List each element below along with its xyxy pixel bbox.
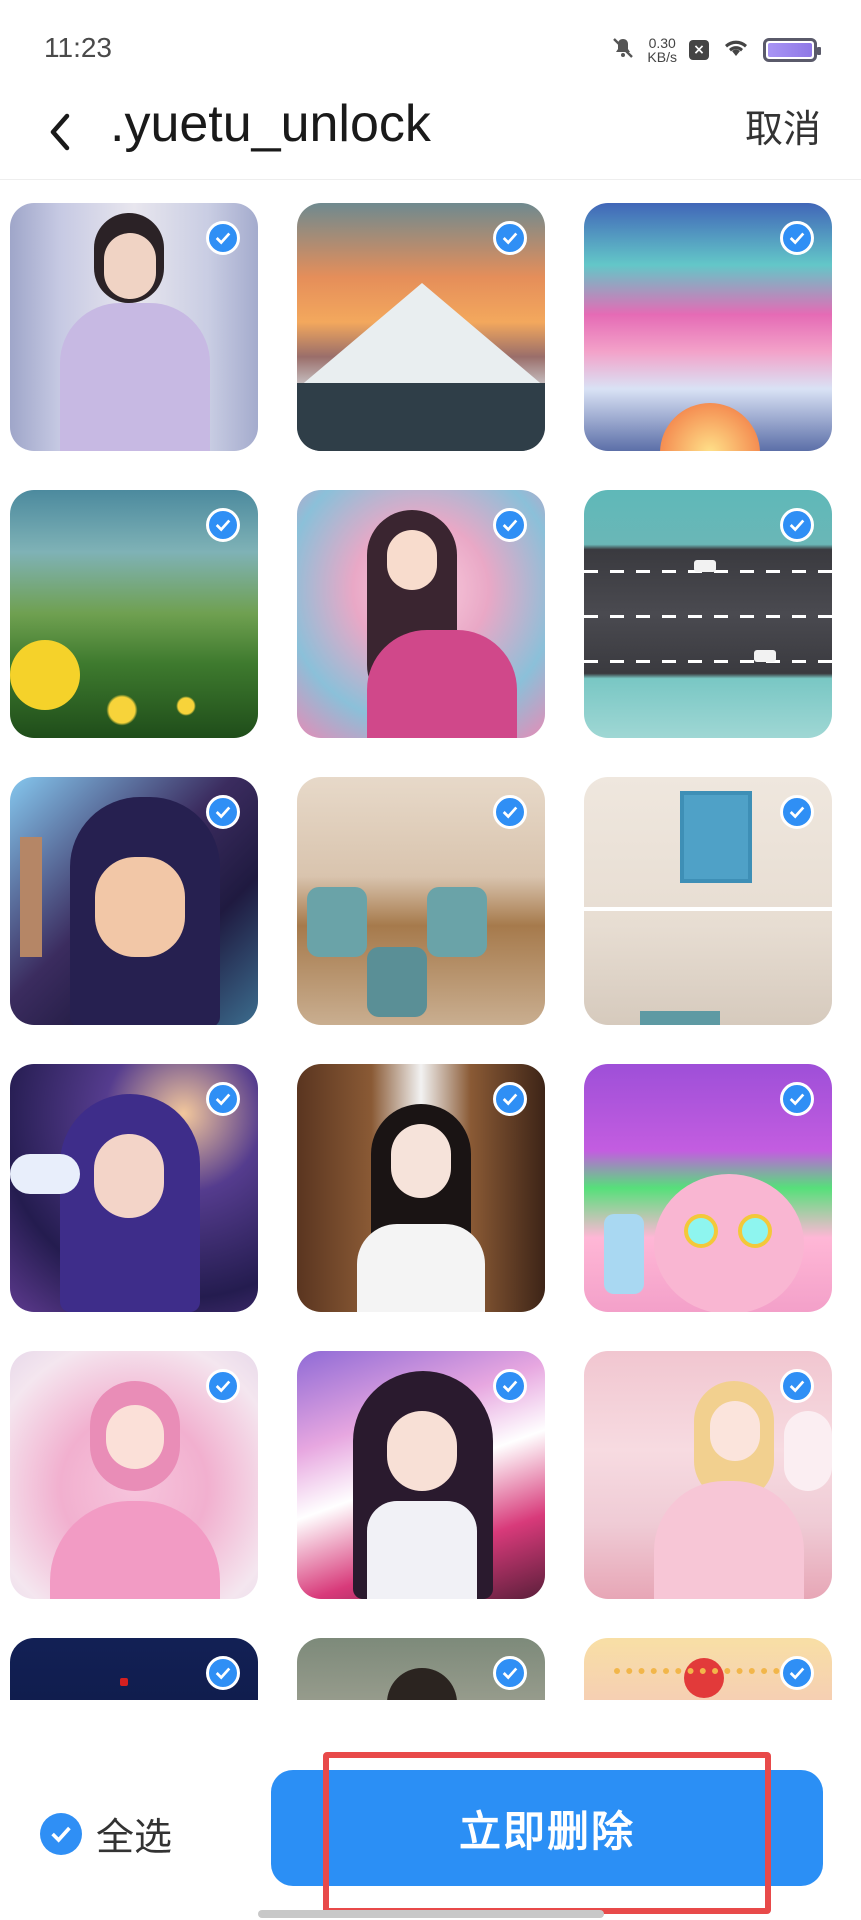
image-tile[interactable] [10,490,258,738]
image-tile[interactable] [584,1064,832,1312]
image-tile[interactable] [584,1351,832,1599]
net-speed-value: 0.30 [648,35,676,51]
image-grid [10,203,832,1701]
selected-check-icon[interactable] [206,1082,240,1116]
selected-check-icon[interactable] [206,508,240,542]
header: .yuetu_unlock 取消 [0,90,861,180]
selected-check-icon[interactable] [493,1082,527,1116]
selected-check-icon[interactable] [780,795,814,829]
page-title: .yuetu_unlock [110,95,431,153]
delete-now-label: 立即删除 [458,1806,635,1856]
net-speed: 0.30 KB/s [647,36,677,64]
image-tile[interactable] [297,203,545,451]
image-tile[interactable] [297,490,545,738]
battery-icon [763,38,821,62]
image-tile[interactable] [297,1064,545,1312]
selected-check-icon[interactable] [206,221,240,255]
select-all-check-icon[interactable] [40,1812,82,1855]
image-tile[interactable] [297,1351,545,1599]
status-bar: 11:23 0.30 KB/s × [0,0,861,90]
image-tile[interactable] [584,777,832,1025]
image-tile[interactable] [297,777,545,1025]
image-tile[interactable] [10,1064,258,1312]
chevron-left-icon [50,113,70,151]
image-tile[interactable] [297,1638,545,1701]
selected-check-icon[interactable] [493,1656,527,1690]
image-tile[interactable] [10,203,258,451]
selected-check-icon[interactable] [206,795,240,829]
back-button[interactable] [30,102,90,162]
image-tile[interactable] [10,1638,258,1701]
selected-check-icon[interactable] [493,508,527,542]
selected-check-icon[interactable] [493,1369,527,1403]
image-tile[interactable] [584,1638,832,1701]
selected-check-icon[interactable] [780,1369,814,1403]
bottom-action-bar: 全选 立即删除 [0,1700,861,1920]
image-tile[interactable] [584,203,832,451]
selected-check-icon[interactable] [780,1656,814,1690]
cancel-button[interactable]: 取消 [745,98,821,153]
status-icons: 0.30 KB/s × [611,30,821,70]
image-tile[interactable] [10,777,258,1025]
selected-check-icon[interactable] [206,1656,240,1690]
status-time: 11:23 [44,32,112,63]
selected-check-icon[interactable] [780,221,814,255]
selected-check-icon[interactable] [206,1369,240,1403]
image-tile[interactable] [10,1351,258,1599]
home-indicator [258,1910,604,1918]
close-box-icon: × [689,40,709,60]
delete-now-button[interactable]: 立即删除 [271,1770,823,1886]
selected-check-icon[interactable] [780,1082,814,1116]
selected-check-icon[interactable] [493,795,527,829]
select-all-label: 全选 [96,1815,173,1859]
mute-icon [611,36,635,64]
selected-check-icon[interactable] [780,508,814,542]
select-all-toggle[interactable]: 全选 [40,1806,172,1861]
net-speed-unit: KB/s [647,49,677,65]
selected-check-icon[interactable] [493,221,527,255]
image-grid-scroll[interactable] [0,181,861,1701]
wifi-icon [721,36,751,64]
image-tile[interactable] [584,490,832,738]
